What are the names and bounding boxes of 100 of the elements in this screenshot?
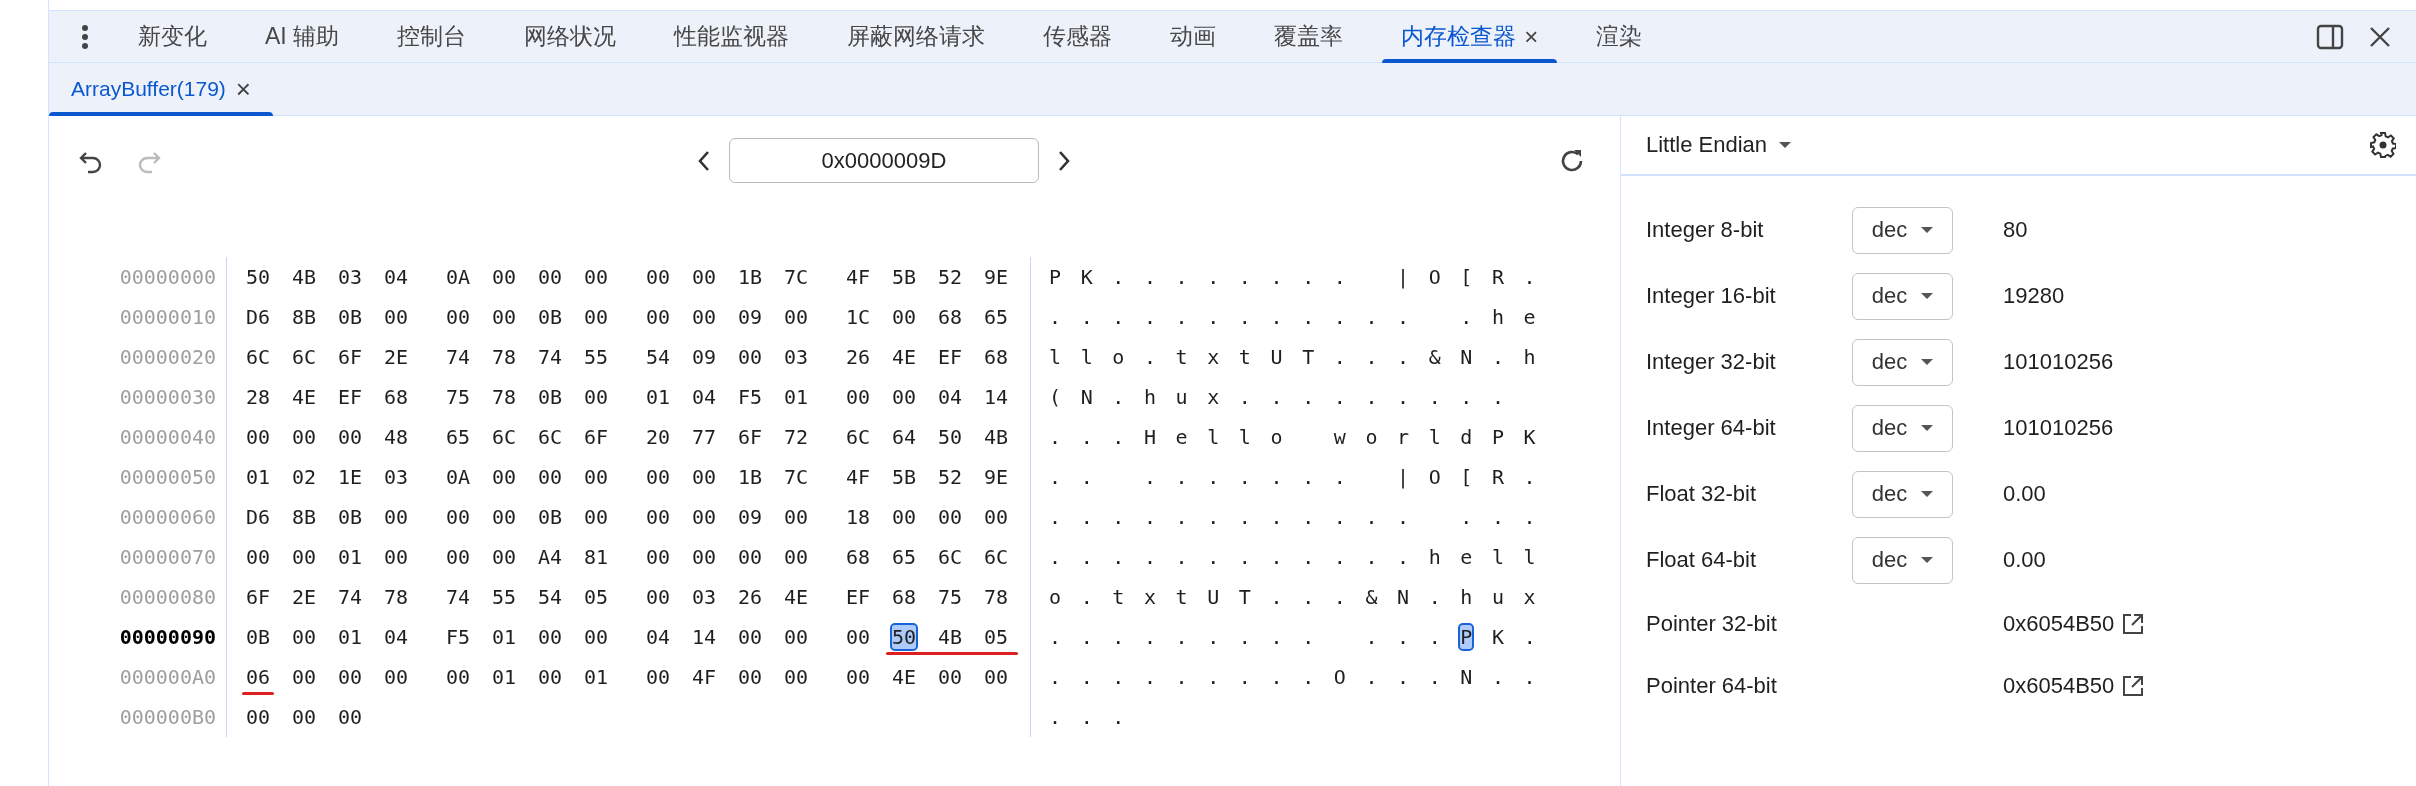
hex-byte[interactable]: 6C bbox=[538, 425, 562, 449]
hex-byte[interactable]: 5B bbox=[892, 265, 916, 289]
hex-byte[interactable]: 00 bbox=[584, 465, 608, 489]
hex-byte[interactable]: 55 bbox=[584, 345, 608, 369]
hex-byte[interactable]: 1E bbox=[338, 465, 362, 489]
hex-byte[interactable]: 00 bbox=[938, 665, 962, 689]
hex-byte[interactable]: 1C bbox=[846, 305, 870, 329]
hex-byte[interactable]: 00 bbox=[784, 505, 808, 529]
hex-byte[interactable]: 8B bbox=[292, 505, 316, 529]
hex-byte[interactable]: 04 bbox=[646, 625, 670, 649]
panel-tab[interactable]: 屏蔽网络请求 bbox=[818, 11, 1015, 62]
hex-byte[interactable]: 00 bbox=[646, 305, 670, 329]
hex-byte[interactable]: 00 bbox=[584, 265, 608, 289]
format-dropdown[interactable]: dec bbox=[1852, 206, 1953, 254]
hex-byte[interactable]: 03 bbox=[784, 345, 808, 369]
hex-byte[interactable]: 00 bbox=[292, 545, 316, 569]
hex-byte[interactable]: 02 bbox=[292, 465, 316, 489]
hex-byte[interactable]: 18 bbox=[846, 505, 870, 529]
hex-byte[interactable]: 4F bbox=[846, 265, 870, 289]
hex-byte[interactable]: 26 bbox=[846, 345, 870, 369]
hex-byte[interactable]: 00 bbox=[384, 665, 408, 689]
hex-byte[interactable]: 00 bbox=[692, 505, 716, 529]
hex-byte[interactable]: 06 bbox=[246, 665, 270, 689]
hex-byte[interactable]: 00 bbox=[784, 545, 808, 569]
hex-byte[interactable]: 01 bbox=[646, 385, 670, 409]
hex-byte[interactable]: 00 bbox=[646, 465, 670, 489]
external-link-icon[interactable] bbox=[2122, 613, 2145, 635]
hex-byte[interactable]: 65 bbox=[446, 425, 470, 449]
hex-byte[interactable]: 00 bbox=[292, 665, 316, 689]
settings-icon[interactable] bbox=[2370, 132, 2396, 158]
hex-byte[interactable]: 54 bbox=[538, 585, 562, 609]
hex-byte[interactable]: 1B bbox=[738, 265, 762, 289]
hex-byte[interactable]: 01 bbox=[338, 625, 362, 649]
hex-byte[interactable]: 00 bbox=[292, 705, 316, 729]
panel-tab[interactable]: 传感器 bbox=[1014, 11, 1142, 62]
hex-byte[interactable]: 09 bbox=[738, 305, 762, 329]
hex-byte[interactable]: 77 bbox=[692, 425, 716, 449]
hex-byte[interactable]: 75 bbox=[446, 385, 470, 409]
hex-byte[interactable]: 2E bbox=[384, 345, 408, 369]
selected-byte[interactable]: 50 bbox=[892, 625, 916, 649]
hex-byte[interactable]: 7C bbox=[784, 465, 808, 489]
hex-byte[interactable]: 00 bbox=[446, 545, 470, 569]
hex-byte[interactable]: 4E bbox=[784, 585, 808, 609]
hex-byte[interactable]: 6F bbox=[738, 425, 762, 449]
close-tab-button[interactable]: × bbox=[1524, 22, 1539, 51]
hex-byte[interactable]: 00 bbox=[692, 545, 716, 569]
format-dropdown[interactable]: dec bbox=[1852, 470, 1953, 518]
format-dropdown[interactable]: dec bbox=[1852, 404, 1953, 452]
hex-byte[interactable]: 14 bbox=[984, 385, 1008, 409]
hex-byte[interactable]: 68 bbox=[892, 585, 916, 609]
hex-byte[interactable]: 00 bbox=[784, 305, 808, 329]
hex-byte[interactable]: 78 bbox=[384, 585, 408, 609]
hex-byte[interactable]: 09 bbox=[738, 505, 762, 529]
panel-tab[interactable]: 新变化 bbox=[109, 11, 236, 62]
hex-byte[interactable]: 00 bbox=[938, 505, 962, 529]
hex-byte[interactable]: 4E bbox=[892, 665, 916, 689]
hex-byte[interactable]: 64 bbox=[892, 425, 916, 449]
hex-byte[interactable]: F5 bbox=[446, 625, 470, 649]
hex-byte[interactable]: 26 bbox=[738, 585, 762, 609]
hex-byte[interactable]: 09 bbox=[692, 345, 716, 369]
hex-byte[interactable]: 00 bbox=[784, 625, 808, 649]
hex-byte[interactable]: 0B bbox=[538, 505, 562, 529]
hex-byte[interactable]: 81 bbox=[584, 545, 608, 569]
panel-tab[interactable]: 渲染 bbox=[1567, 11, 1672, 62]
hex-byte[interactable]: 8B bbox=[292, 305, 316, 329]
hex-byte[interactable]: 00 bbox=[892, 385, 916, 409]
hex-byte[interactable]: 00 bbox=[492, 545, 516, 569]
hex-byte[interactable]: 01 bbox=[492, 665, 516, 689]
hex-byte[interactable]: 6F bbox=[584, 425, 608, 449]
hex-byte[interactable]: A4 bbox=[538, 545, 562, 569]
hex-byte[interactable]: 65 bbox=[984, 305, 1008, 329]
hex-byte[interactable]: 01 bbox=[246, 465, 270, 489]
hex-byte[interactable]: 50 bbox=[246, 265, 270, 289]
panel-tab[interactable]: 网络状况 bbox=[495, 11, 646, 62]
hex-byte[interactable]: 52 bbox=[938, 265, 962, 289]
hex-byte[interactable]: 00 bbox=[292, 625, 316, 649]
panel-tab[interactable]: 覆盖率 bbox=[1245, 11, 1373, 62]
chevron-left-icon[interactable] bbox=[697, 149, 711, 172]
hex-byte[interactable]: 00 bbox=[492, 305, 516, 329]
hex-byte[interactable]: 00 bbox=[784, 665, 808, 689]
panel-tab[interactable]: 内存检查器 × bbox=[1372, 11, 1568, 62]
endianness-dropdown[interactable]: Little Endian bbox=[1646, 132, 1792, 158]
hex-byte[interactable]: 00 bbox=[492, 265, 516, 289]
hex-byte[interactable]: 00 bbox=[246, 425, 270, 449]
hex-byte[interactable]: 00 bbox=[446, 665, 470, 689]
hex-byte[interactable]: 00 bbox=[646, 585, 670, 609]
hex-byte[interactable]: 00 bbox=[384, 545, 408, 569]
hex-byte[interactable]: 00 bbox=[446, 305, 470, 329]
hex-byte[interactable]: 00 bbox=[338, 425, 362, 449]
hex-byte[interactable]: 00 bbox=[384, 505, 408, 529]
hex-byte[interactable]: 00 bbox=[492, 465, 516, 489]
hex-byte[interactable]: 6C bbox=[984, 545, 1008, 569]
hex-byte[interactable]: 00 bbox=[446, 505, 470, 529]
hex-byte[interactable]: 20 bbox=[646, 425, 670, 449]
panel-tab[interactable]: 性能监视器 bbox=[645, 11, 819, 62]
hex-byte[interactable]: 6C bbox=[938, 545, 962, 569]
hex-byte[interactable]: 9E bbox=[984, 465, 1008, 489]
close-icon[interactable] bbox=[2368, 24, 2392, 49]
buffer-tab[interactable]: ArrayBuffer(179) × bbox=[49, 63, 274, 115]
hex-byte[interactable]: 4F bbox=[692, 665, 716, 689]
